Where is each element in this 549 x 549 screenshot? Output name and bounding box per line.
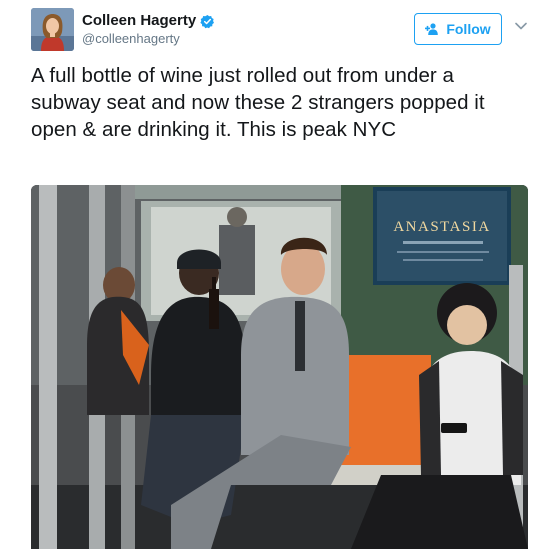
author-name[interactable]: Colleen Hagerty — [82, 12, 196, 30]
tweet-photo[interactable]: ANASTASIA — [31, 185, 528, 549]
avatar[interactable] — [31, 8, 74, 51]
follow-label: Follow — [446, 21, 491, 37]
add-user-icon — [425, 23, 441, 35]
tweet-header: Colleen Hagerty @colleenhagerty Follow — [31, 8, 539, 52]
author-info: Colleen Hagerty @colleenhagerty — [82, 12, 215, 47]
profile-photo-icon — [31, 8, 74, 51]
tweet-card: Colleen Hagerty @colleenhagerty Follow A… — [0, 0, 549, 549]
chevron-down-icon[interactable] — [515, 22, 527, 30]
follow-button[interactable]: Follow — [414, 13, 502, 45]
poster-title: ANASTASIA — [393, 219, 490, 235]
author-handle[interactable]: @colleenhagerty — [82, 31, 215, 47]
verified-badge-icon — [200, 14, 215, 29]
tweet-text: A full bottle of wine just rolled out fr… — [31, 64, 485, 141]
subway-photo-image: ANASTASIA — [31, 185, 528, 549]
